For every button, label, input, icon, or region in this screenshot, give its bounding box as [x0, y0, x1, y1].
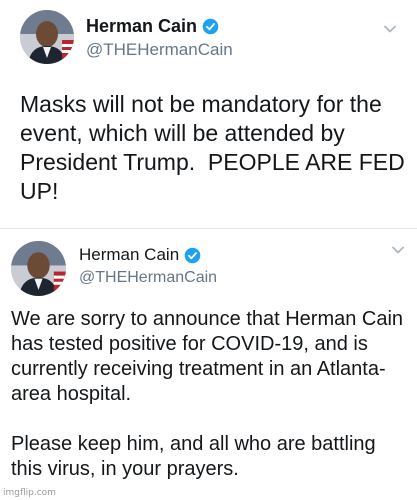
- tweet-text: Masks will not be mandatory for the even…: [20, 91, 412, 204]
- display-name[interactable]: Herman Cain: [86, 16, 197, 37]
- tweet-card-1: Herman Cain @THEHermanCain Masks will no…: [0, 0, 417, 228]
- watermark: imgflip.com: [3, 488, 56, 498]
- tweet-text: We are sorry to announce that Herman Cai…: [11, 308, 404, 480]
- avatar-photo-icon: [20, 10, 74, 64]
- avatar-photo-icon: [11, 241, 66, 296]
- chevron-down-icon[interactable]: [383, 22, 397, 36]
- tweet-card-2: Herman Cain @THEHermanCain We are sorry …: [0, 228, 417, 500]
- author-row: Herman Cain: [86, 16, 219, 37]
- verified-badge-icon: [202, 18, 219, 35]
- avatar[interactable]: [20, 10, 74, 64]
- author-row: Herman Cain: [79, 245, 201, 265]
- avatar[interactable]: [11, 241, 66, 296]
- display-name[interactable]: Herman Cain: [79, 245, 179, 265]
- author-handle[interactable]: @THEHermanCain: [79, 269, 217, 287]
- verified-badge-icon: [184, 247, 201, 263]
- author-handle[interactable]: @THEHermanCain: [86, 40, 233, 60]
- chevron-down-icon[interactable]: [391, 243, 405, 257]
